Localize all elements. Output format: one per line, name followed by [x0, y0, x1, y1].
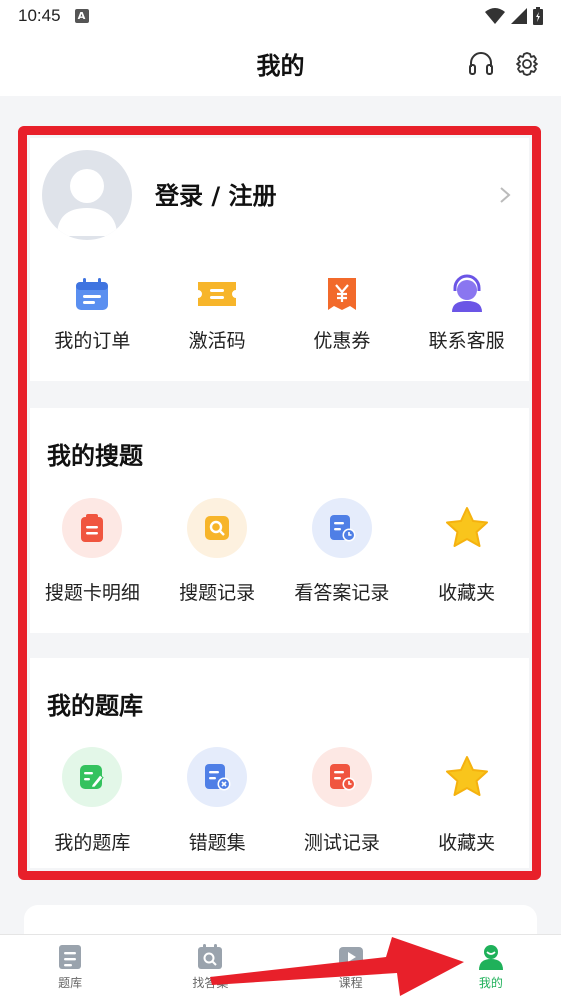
document-icon: [59, 945, 82, 969]
bottom-tab-bar: 题库 找答案 课程 我的: [0, 934, 561, 997]
tab-question-bank-label: 题库: [58, 976, 83, 990]
status-bar: 10:45 A: [0, 0, 561, 32]
tab-mine[interactable]: 我的: [421, 935, 561, 997]
tab-question-bank[interactable]: 题库: [0, 935, 140, 997]
top-header: 我的: [0, 32, 561, 96]
play-video-icon: [338, 947, 363, 967]
tab-find-answer[interactable]: 找答案: [140, 935, 280, 997]
settings-gear-icon[interactable]: [513, 50, 541, 78]
person-icon: [478, 945, 503, 970]
signal-icon: [511, 8, 527, 24]
tab-mine-label: 我的: [478, 976, 503, 990]
status-time: 10:45: [18, 6, 61, 25]
tab-courses-label: 课程: [338, 976, 363, 990]
search-answer-icon: [198, 944, 223, 969]
annotation-highlight-box: [18, 126, 541, 880]
wifi-icon: [485, 8, 505, 24]
battery-icon: [533, 7, 543, 25]
headset-icon[interactable]: [467, 50, 495, 78]
tab-courses[interactable]: 课程: [281, 935, 421, 997]
tab-find-answer-label: 找答案: [192, 976, 229, 990]
notification-a-icon: A: [74, 9, 89, 23]
